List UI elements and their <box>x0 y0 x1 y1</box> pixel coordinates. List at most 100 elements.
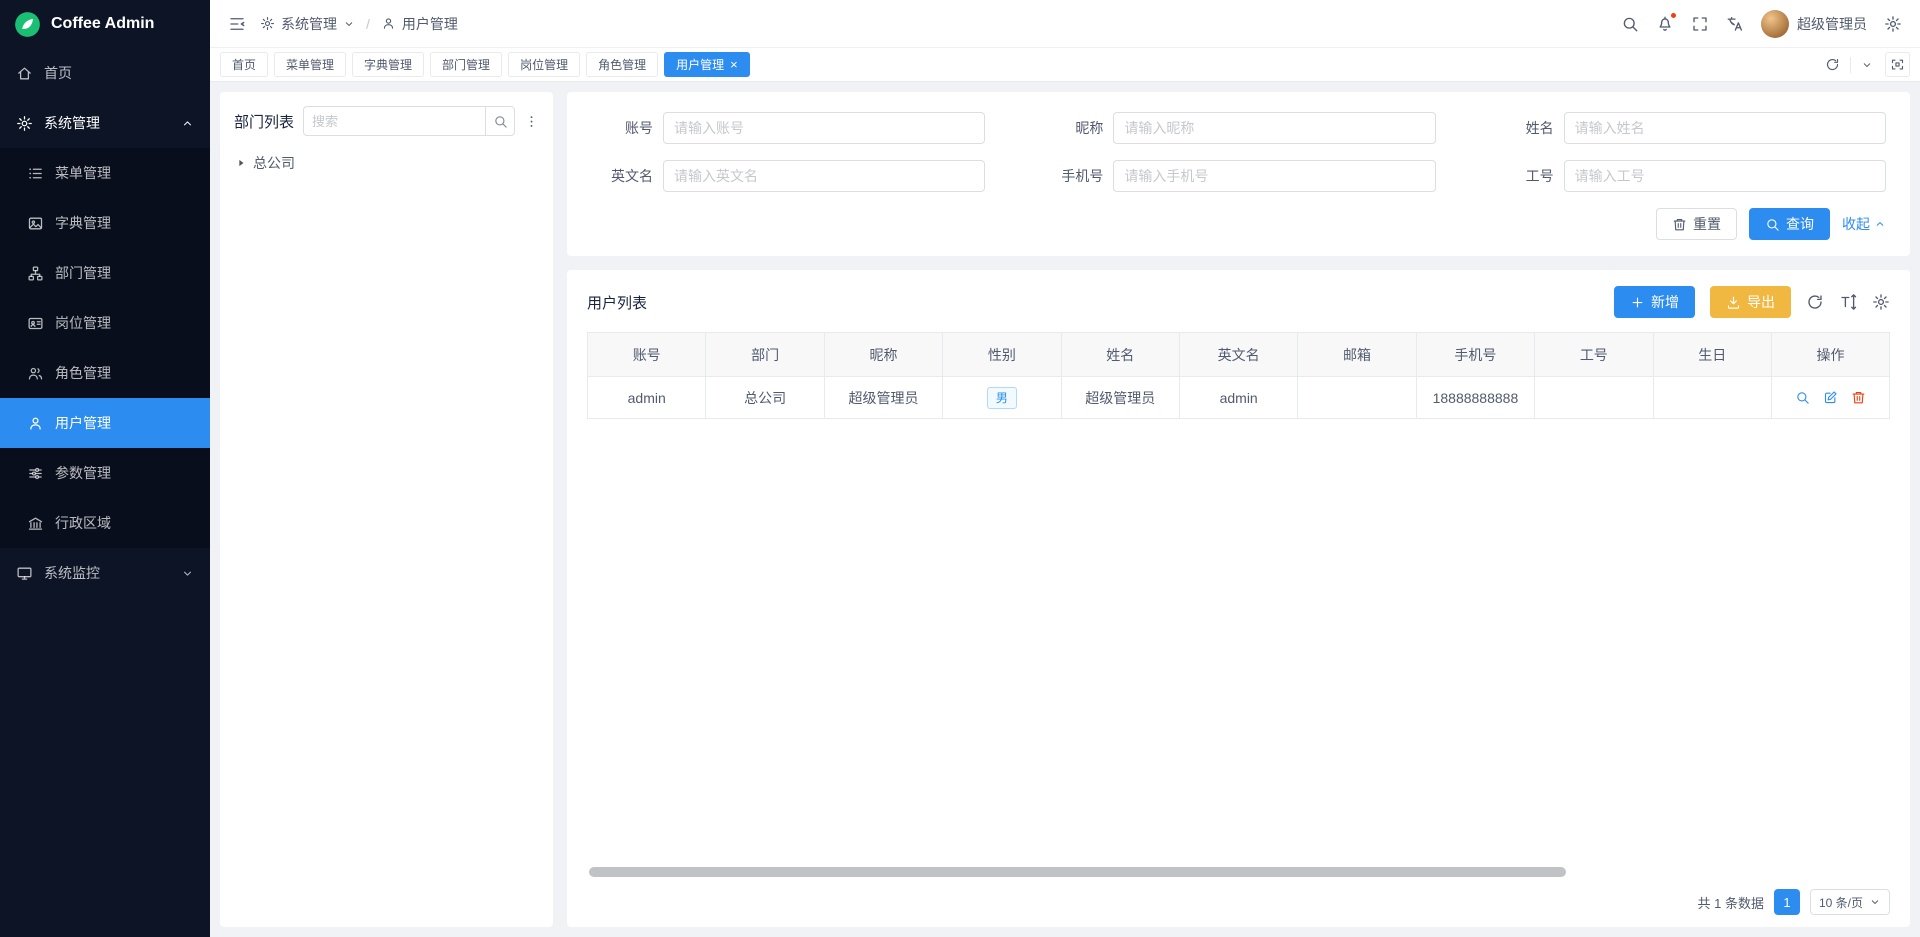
tab-label: 角色管理 <box>598 56 646 73</box>
refresh-tab-button[interactable] <box>1825 57 1840 72</box>
export-button[interactable]: 导出 <box>1710 286 1791 318</box>
cell-english-name: admin <box>1179 377 1297 419</box>
sidebar-item-dictionary-management[interactable]: 字典管理 <box>0 198 210 248</box>
sidebar-item-label: 系统监控 <box>44 563 100 583</box>
cell-department: 总公司 <box>706 377 824 419</box>
tab-options-button[interactable] <box>1861 59 1873 71</box>
name-input[interactable] <box>1564 112 1886 144</box>
tab-department-management[interactable]: 部门管理 <box>430 52 502 77</box>
sidebar-item-label: 行政区域 <box>55 513 111 533</box>
settings-button[interactable] <box>1884 15 1902 33</box>
chevron-up-icon <box>181 117 194 130</box>
sidebar-item-role-management[interactable]: 角色管理 <box>0 348 210 398</box>
role-icon <box>27 365 44 382</box>
app-title: Coffee Admin <box>51 15 154 33</box>
row-height-button[interactable] <box>1839 293 1857 311</box>
tree-node-company[interactable]: 总公司 <box>234 148 539 178</box>
nickname-input[interactable] <box>1113 112 1435 144</box>
top-header: 系统管理 / 用户管理 <box>210 0 1920 48</box>
sidebar-item-home[interactable]: 首页 <box>0 48 210 98</box>
table-refresh-button[interactable] <box>1806 293 1824 311</box>
collapse-form-button[interactable]: 收起 <box>1842 214 1886 234</box>
tab-post-management[interactable]: 岗位管理 <box>508 52 580 77</box>
field-label: 账号 <box>591 118 653 138</box>
sidebar-item-department-management[interactable]: 部门管理 <box>0 248 210 298</box>
reset-button[interactable]: 重置 <box>1656 208 1737 240</box>
sidebar-item-region-management[interactable]: 行政区域 <box>0 498 210 548</box>
work-id-input[interactable] <box>1564 160 1886 192</box>
post-icon <box>27 315 44 332</box>
name-field: 姓名 <box>1492 112 1886 144</box>
content-fullscreen-button[interactable] <box>1885 52 1910 77</box>
sidebar-item-menu-management[interactable]: 菜单管理 <box>0 148 210 198</box>
view-row-button[interactable] <box>1795 390 1810 405</box>
chevron-down-icon <box>343 18 355 30</box>
phone-field: 手机号 <box>1041 160 1435 192</box>
sidebar-item-system-monitor[interactable]: 系统监控 <box>0 548 210 598</box>
notifications-button[interactable] <box>1656 15 1674 33</box>
page-size-label: 10 条/页 <box>1819 894 1863 911</box>
global-search-button[interactable] <box>1621 15 1639 33</box>
breadcrumb-item-user-management[interactable]: 用户管理 <box>381 14 458 34</box>
horizontal-scrollbar <box>587 867 1890 877</box>
department-more-button[interactable] <box>524 114 539 129</box>
col-header-phone: 手机号 <box>1416 333 1534 377</box>
department-search-button[interactable] <box>485 106 515 136</box>
column-settings-button[interactable] <box>1872 293 1890 311</box>
translate-button[interactable] <box>1726 15 1744 33</box>
sidebar-item-params-management[interactable]: 参数管理 <box>0 448 210 498</box>
page-number-1[interactable]: 1 <box>1774 889 1800 915</box>
col-header-actions: 操作 <box>1772 333 1890 377</box>
sidebar-menu: 首页 系统管理 菜单管理 字典管理 部门管理 岗位管理 <box>0 48 210 937</box>
delete-row-button[interactable] <box>1851 390 1866 405</box>
field-label: 工号 <box>1492 166 1554 186</box>
add-user-button[interactable]: 新增 <box>1614 286 1695 318</box>
table-toolbar: 用户列表 新增 导出 <box>587 286 1890 318</box>
tab-label: 菜单管理 <box>286 56 334 73</box>
gear-icon <box>1872 293 1890 311</box>
user-menu[interactable]: 超级管理员 <box>1761 10 1867 38</box>
field-label: 手机号 <box>1041 166 1103 186</box>
col-header-department: 部门 <box>706 333 824 377</box>
english-name-input[interactable] <box>663 160 985 192</box>
sidebar-item-label: 字典管理 <box>55 213 111 233</box>
department-search <box>303 106 515 136</box>
query-button[interactable]: 查询 <box>1749 208 1830 240</box>
view-icon <box>1795 390 1810 405</box>
refresh-icon <box>1806 293 1824 311</box>
department-search-input[interactable] <box>303 106 485 136</box>
sidebar-item-post-management[interactable]: 岗位管理 <box>0 298 210 348</box>
breadcrumb-separator: / <box>366 16 370 32</box>
account-input[interactable] <box>663 112 985 144</box>
more-dots-icon <box>524 114 539 129</box>
page-size-select[interactable]: 10 条/页 <box>1810 889 1890 915</box>
chevron-down-icon <box>1861 59 1873 71</box>
scrollbar-thumb[interactable] <box>589 867 1566 877</box>
chevron-down-icon <box>1869 896 1881 908</box>
sidebar-item-user-management[interactable]: 用户管理 <box>0 398 210 448</box>
open-tabs: 首页 菜单管理 字典管理 部门管理 岗位管理 角色管理 用户管理 × <box>220 52 1815 77</box>
sidebar-item-system-management[interactable]: 系统管理 <box>0 98 210 148</box>
edit-row-button[interactable] <box>1823 390 1838 405</box>
export-button-label: 导出 <box>1747 292 1775 312</box>
gear-icon <box>1884 15 1902 33</box>
close-icon[interactable]: × <box>730 58 738 71</box>
department-icon <box>27 265 44 282</box>
coffee-logo-icon <box>14 11 41 38</box>
caret-right-icon[interactable] <box>236 158 246 168</box>
menu-fold-icon <box>228 15 246 33</box>
phone-input[interactable] <box>1113 160 1435 192</box>
breadcrumb-item-system[interactable]: 系统管理 <box>260 14 355 34</box>
sidebar-collapse-button[interactable] <box>228 15 246 33</box>
tab-menu-management[interactable]: 菜单管理 <box>274 52 346 77</box>
tab-dictionary-management[interactable]: 字典管理 <box>352 52 424 77</box>
tab-user-management[interactable]: 用户管理 × <box>664 52 750 77</box>
account-field: 账号 <box>591 112 985 144</box>
app-logo[interactable]: Coffee Admin <box>0 0 210 48</box>
tab-role-management[interactable]: 角色管理 <box>586 52 658 77</box>
tab-home[interactable]: 首页 <box>220 52 268 77</box>
cell-account: admin <box>588 377 706 419</box>
fullscreen-button[interactable] <box>1691 15 1709 33</box>
system-management-submenu: 菜单管理 字典管理 部门管理 岗位管理 角色管理 用户管理 <box>0 148 210 548</box>
avatar <box>1761 10 1789 38</box>
